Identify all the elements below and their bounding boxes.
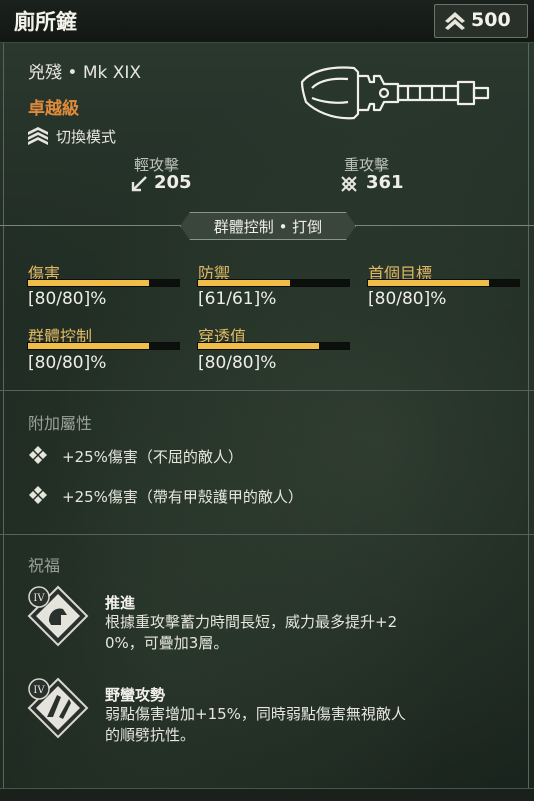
stat-bar-fill [198,343,319,349]
stat-bar-fill [198,280,291,286]
weapon-tooltip-panel: 廁所鏟 500 兇殘 • Mk XIX 卓越級 切換模式 輕攻擊 205 重攻擊… [0,0,534,801]
perk-text: +25%傷害（帶有甲殼護甲的敵人） [62,488,303,506]
tag-divider-left [0,225,180,226]
upgrade-chevrons-icon [445,12,465,30]
stat-value: [80/80]% [368,289,447,309]
blessing-desc-line: 的順劈抗性。 [105,726,196,744]
stat-bar-fill [28,343,149,349]
perks-title: 附加屬性 [28,414,93,433]
stat-value: [80/80]% [28,353,107,373]
heavy-attack-value: 361 [366,172,404,193]
stat-bar [197,279,350,287]
blessing-description: 弱點傷害增加+15%，同時弱點傷害無視敵人 的順劈抗性。 [105,704,465,746]
blessing-tier: IV [33,685,45,696]
stat-bar [27,279,180,287]
light-attack-icon [131,176,147,192]
section-divider [0,534,534,535]
stat-value: [61/61]% [198,289,277,309]
stat-bar [197,342,350,350]
blessing-tier: IV [33,593,45,604]
weapon-tag-bar: 群體控制 • 打倒 [0,212,534,238]
blessing-description: 根據重攻擊蓄力時間長短，威力最多提升+2 0%，可疊加3層。 [105,612,465,654]
stat-bar-fill [368,280,489,286]
weapon-rarity: 卓越級 [28,99,79,119]
stat-bar [367,279,520,287]
stat-bar [27,342,180,350]
panel-bottom-edge [0,788,534,801]
switch-mode-chevrons-icon [28,127,48,145]
perk-diamond-icon [29,446,47,464]
heavy-attack-icon [341,176,357,192]
tooltip-header: 廁所鏟 500 [0,0,534,43]
savage-attack-blessing-icon: IV [27,677,89,739]
stat-value: [80/80]% [28,289,107,309]
blessing-desc-line: 根據重攻擊蓄力時間長短，威力最多提升+2 [105,613,398,631]
blessings-title: 祝福 [28,556,61,575]
blessing-name: 推進 [105,594,136,612]
blessing-desc-line: 0%，可疊加3層。 [105,634,229,652]
thrust-blessing-icon: IV [27,585,89,647]
stat-bar-fill [28,280,149,286]
weapon-tag-text: 群體控制 • 打倒 [213,218,323,236]
blessing-desc-line: 弱點傷害增加+15%，同時弱點傷害無視敵人 [105,705,406,723]
stat-value: [80/80]% [198,353,277,373]
cost-value: 500 [471,9,511,31]
blessing-name: 野蠻攻勢 [105,686,166,704]
cost-badge: 500 [434,4,528,38]
section-divider [0,390,534,391]
light-attack-value: 205 [154,172,192,193]
shovel-weapon-icon [300,66,490,120]
switch-mode-label: 切換模式 [56,128,117,146]
weapon-title: 廁所鏟 [14,10,77,34]
tag-divider-right [354,225,534,226]
weapon-tag: 群體控制 • 打倒 [180,212,356,240]
weapon-subtitle: 兇殘 • Mk XIX [28,63,142,83]
perk-diamond-icon [29,486,47,504]
perk-text: +25%傷害（不屈的敵人） [62,448,243,466]
